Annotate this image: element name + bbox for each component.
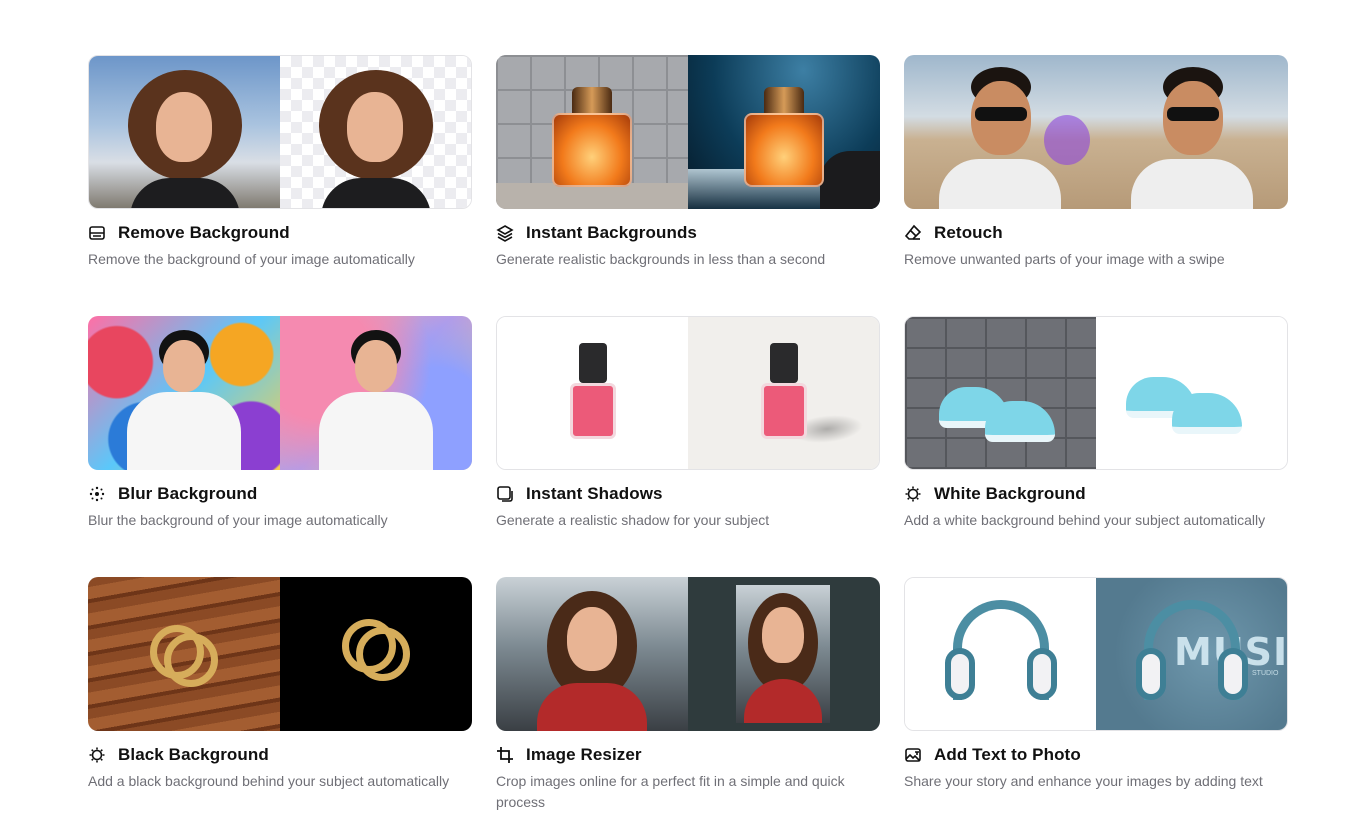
tool-thumbnail [904,55,1288,209]
tool-title[interactable]: Instant Backgrounds [526,223,697,243]
eraser-icon [904,224,922,240]
tool-card-remove-background[interactable]: Remove Background Remove the background … [88,55,472,316]
tool-title[interactable]: Instant Shadows [526,484,663,504]
sun-badge-icon [89,747,105,763]
thumbnail-studio-text: STUDIO [1252,670,1279,677]
tool-thumbnail [496,316,880,470]
tool-card-instant-shadows[interactable]: Instant Shadows Generate a realistic sha… [496,316,880,577]
tool-card-black-background[interactable]: Black Background Add a black background … [88,577,472,838]
remove-background-icon [89,226,105,240]
tool-description: Generate a realistic shadow for your sub… [496,512,770,528]
tool-description: Add a black background behind your subje… [88,773,450,789]
tool-title[interactable]: Retouch [934,223,1003,243]
tool-card-blur-background[interactable]: Blur Background Blur the background of y… [88,316,472,577]
tool-card-white-background[interactable]: White Background Add a white background … [904,316,1288,577]
tool-title[interactable]: Black Background [118,745,269,765]
tool-card-instant-backgrounds[interactable]: Instant Backgrounds Generate realistic b… [496,55,880,316]
tool-title[interactable]: Image Resizer [526,745,642,765]
tool-thumbnail [496,55,880,209]
blur-dots-icon [89,486,105,502]
layers-icon [496,225,514,242]
tool-thumbnail [496,577,880,731]
tools-grid: Remove Background Remove the background … [88,55,1288,838]
tool-title[interactable]: White Background [934,484,1086,504]
image-text-icon [905,748,921,762]
tool-title[interactable]: Blur Background [118,484,257,504]
shadow-square-icon [497,486,513,502]
tool-description: Add a white background behind your subje… [904,512,1266,528]
tool-thumbnail [88,55,472,209]
tool-description: Share your story and enhance your images… [904,773,1263,789]
tool-thumbnail: MUSIC STUDIO [904,577,1288,731]
tool-description: Blur the background of your image automa… [88,512,388,528]
tool-title[interactable]: Remove Background [118,223,290,243]
tool-thumbnail [88,577,472,731]
sun-badge-icon [905,486,921,502]
tool-description: Remove unwanted parts of your image with… [904,251,1225,267]
tool-thumbnail [904,316,1288,470]
tool-card-add-text-to-photo[interactable]: MUSIC STUDIO Add Text to Photo Share you… [904,577,1288,838]
tool-description: Crop images online for a perfect fit in … [496,773,845,810]
tool-title[interactable]: Add Text to Photo [934,745,1081,765]
tool-card-image-resizer[interactable]: Image Resizer Crop images online for a p… [496,577,880,838]
crop-icon [497,747,513,763]
tool-thumbnail [88,316,472,470]
tool-description: Generate realistic backgrounds in less t… [496,251,826,267]
tool-description: Remove the background of your image auto… [88,251,415,267]
tool-card-retouch[interactable]: Retouch Remove unwanted parts of your im… [904,55,1288,316]
